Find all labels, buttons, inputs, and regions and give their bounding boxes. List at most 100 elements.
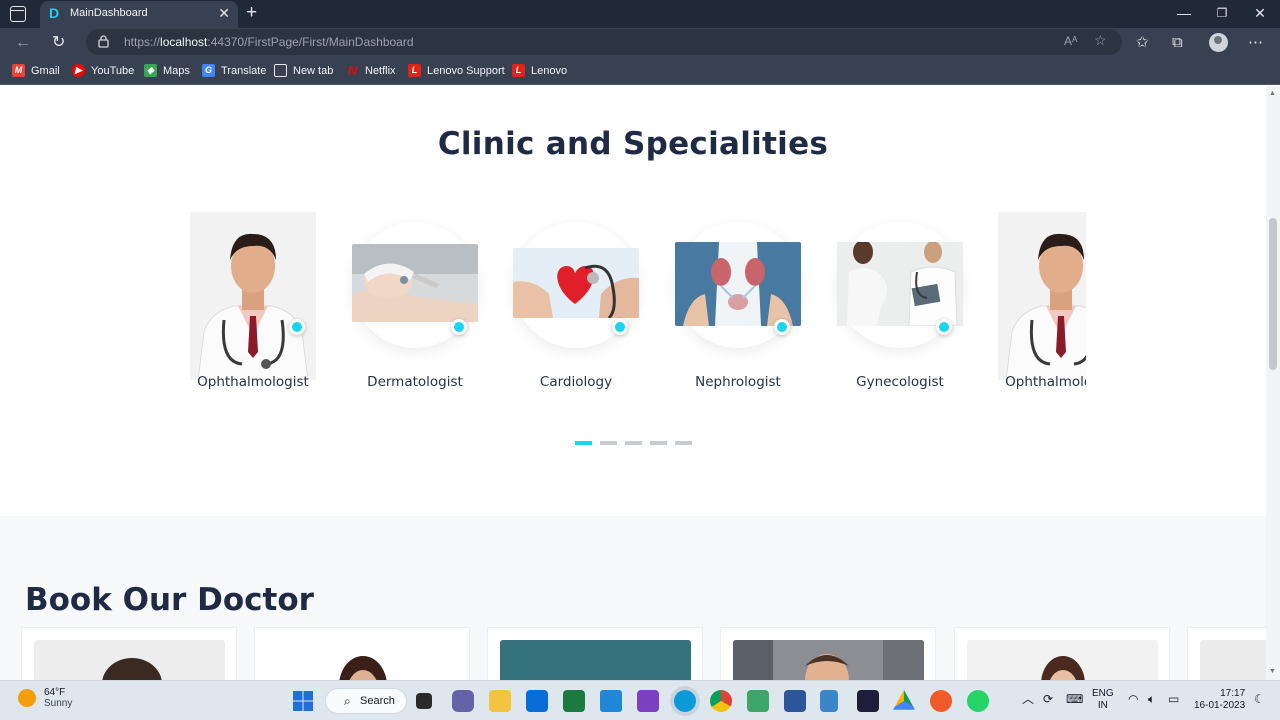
photos-icon[interactable] [563,690,585,712]
read-aloud-icon[interactable]: Aᴬ [1064,34,1077,48]
book-doctor-title: Book Our Doctor [25,582,314,618]
taskbar-search-label: Search [360,695,395,707]
bookmark-lenovo-support[interactable]: L Lenovo Support [408,64,505,77]
task-view-icon[interactable] [416,693,432,709]
speciality-dot-icon [612,319,628,335]
notepad-icon[interactable] [820,690,838,712]
page-viewport: Clinic and Specialities Ophthalmologist … [0,86,1266,680]
bookmark-netflix[interactable]: N Netflix [346,64,396,77]
sync-icon[interactable]: ⟳ [1043,693,1053,705]
file-explorer-icon[interactable] [489,690,511,712]
favorites-icon[interactable]: ✩ [1136,34,1149,52]
tray-overflow-chevron-icon[interactable]: ︿ [1022,693,1034,705]
speciality-card-dermatologist[interactable]: Dermatologist [352,212,478,402]
speciality-card-ophthalmologist[interactable]: Ophthalmologist [190,212,316,402]
bookmark-translate[interactable]: G Translate [202,64,266,77]
edge-icon[interactable] [674,690,696,712]
snipping-tool-icon[interactable] [747,690,769,712]
dev-cpp-icon[interactable] [857,690,879,712]
collections-icon[interactable]: ⧉ [1172,34,1183,52]
site-favicon-icon: D [49,5,60,21]
lenovo-icon: L [512,64,525,77]
search-icon: ⌕ [344,694,351,708]
doctor-photo [500,640,691,680]
speciality-card-gynecologist[interactable]: Gynecologist [837,212,963,402]
bookmark-maps[interactable]: ◆ Maps [144,64,190,77]
browser-tab-strip: D MainDashboard ✕ + — ❐ ✕ [0,0,1280,28]
weather-temperature: 64°F [44,687,66,698]
refresh-icon[interactable]: ↻ [52,33,65,53]
doctor-portrait-image [998,212,1086,380]
doctor-portrait-image [190,212,316,380]
doctor-photo [1200,640,1266,680]
bookmark-gmail[interactable]: M Gmail [12,64,60,77]
vscode-icon[interactable] [600,690,622,712]
speciality-card-nephrologist[interactable]: Nephrologist [675,212,801,402]
pager-dot-2[interactable] [600,441,617,445]
doctor-photo [267,640,458,680]
whatsapp-icon[interactable] [967,690,989,712]
outlook-icon[interactable] [526,690,548,712]
tab-actions-icon[interactable] [10,6,26,22]
address-bar-row: ← ↻ https://localhost:44370/FirstPage/Fi… [0,28,1280,58]
scroll-up-icon[interactable]: ▲ [1269,90,1276,97]
doctor-card[interactable] [954,627,1170,680]
volume-icon[interactable]: 🔈︎ [1148,693,1155,705]
more-options-icon[interactable]: ⋯ [1248,34,1263,52]
tab-maindashboard[interactable]: D MainDashboard ✕ [40,1,238,28]
google-drive-icon[interactable] [893,690,915,710]
chrome-icon[interactable] [710,690,732,712]
specialities-carousel[interactable]: Ophthalmologist Dermatologist Cardiology… [190,212,1086,402]
maximize-icon[interactable]: ❐ [1212,3,1232,23]
doctor-card[interactable] [254,627,470,680]
url-field[interactable]: https://localhost:44370/FirstPage/First/… [86,29,1122,55]
page-scrollbar[interactable]: ▲ ▼ [1266,86,1280,680]
notifications-icon[interactable]: ☾ [1254,693,1265,705]
doctor-card[interactable] [720,627,936,680]
bookmark-new-tab[interactable]: New tab [274,64,333,77]
doctor-card[interactable] [21,627,237,680]
word-icon[interactable] [784,690,806,712]
scroll-down-icon[interactable]: ▼ [1269,668,1276,675]
speciality-card-cardiology[interactable]: Cardiology [513,212,639,402]
chat-icon[interactable] [452,690,474,712]
speciality-label: Ophthalmologist [1005,374,1086,390]
pager-dot-5[interactable] [675,441,692,445]
facial-treatment-image [352,244,478,322]
pregnant-patient-image [837,242,963,326]
url-text: https://localhost:44370/FirstPage/First/… [124,35,414,49]
wifi-icon[interactable]: ◠ [1128,693,1138,705]
postman-icon[interactable] [930,690,952,712]
clock[interactable]: 17:17 16-01-2023 [1194,688,1245,712]
profile-avatar-icon[interactable] [1209,33,1228,52]
taskbar-search[interactable]: ⌕ Search [325,688,407,714]
doctor-card[interactable] [487,627,703,680]
heart-stethoscope-image [513,248,639,318]
language-indicator[interactable]: ENG IN [1092,688,1114,712]
back-arrow-icon[interactable]: ← [15,33,31,53]
clock-date: 16-01-2023 [1194,700,1246,711]
pager-dot-1[interactable] [575,441,592,445]
battery-icon[interactable]: ▭ [1168,693,1179,705]
kidney-illustration-image [675,242,801,326]
bookmark-lenovo[interactable]: L Lenovo [512,64,567,77]
weather-condition: Sunny [44,698,73,709]
minimize-icon[interactable]: — [1174,3,1194,23]
close-tab-icon[interactable]: ✕ [218,5,230,21]
gmail-icon: M [12,64,25,77]
visual-studio-icon[interactable] [637,690,659,712]
new-tab-plus-icon[interactable]: + [246,3,257,23]
bookmark-youtube[interactable]: ▶ YouTube [72,64,134,77]
window-close-icon[interactable]: ✕ [1250,3,1270,23]
speciality-card-ophthalmologist-repeat[interactable]: Ophthalmologist [998,212,1086,402]
start-icon[interactable] [292,690,314,712]
doctor-card[interactable] [1187,627,1266,680]
weather-widget[interactable]: 64°F Sunny [18,687,72,709]
pager-dot-3[interactable] [625,441,642,445]
add-favorite-icon[interactable]: ☆ [1094,32,1107,49]
speciality-dot-icon [936,319,952,335]
carousel-pager [575,441,692,445]
scrollbar-thumb[interactable] [1269,218,1277,370]
keyboard-icon[interactable]: ⌨ [1066,693,1083,705]
pager-dot-4[interactable] [650,441,667,445]
